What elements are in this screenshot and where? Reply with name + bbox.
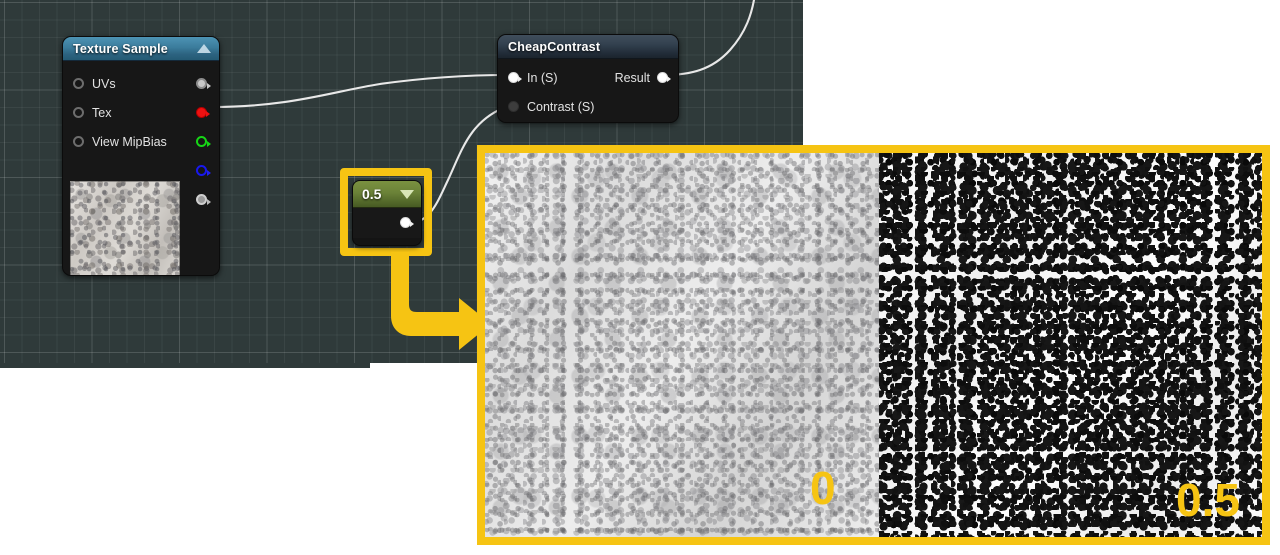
preview-label-left: 0 [810,462,836,514]
input-pin-view-mipbias-icon[interactable] [73,136,84,147]
input-label-uvs: UVs [92,76,116,91]
input-pin-uvs-icon[interactable] [73,78,84,89]
pin-row-in[interactable]: In (S) Result [498,63,678,92]
input-label-contrast: Contrast (S) [527,99,595,114]
input-pin-contrast-icon[interactable] [508,101,519,112]
input-pin-tex-icon[interactable] [73,107,84,118]
pin-row-view-mipbias[interactable]: View MipBias [63,127,219,156]
pin-row-contrast[interactable]: Contrast (S) [498,92,678,121]
pin-row-uvs[interactable]: UVs [63,69,219,98]
caret-down-icon[interactable] [400,189,414,199]
output-pin-blue-icon[interactable] [196,165,211,176]
output-pin-green-icon[interactable] [196,136,211,147]
node-texture-sample-body: UVs Tex View MipBias [63,61,219,275]
node-texture-sample-title: Texture Sample [73,41,168,56]
node-texture-sample-header[interactable]: Texture Sample [63,37,219,61]
input-label-in: In (S) [527,70,558,85]
output-pin-red-icon[interactable] [196,107,210,118]
output-pin-result-icon[interactable] [657,72,671,83]
preview-label-right: 0.5 [1176,474,1240,526]
triangle-up-icon[interactable] [197,44,211,53]
output-label-result: Result [614,70,650,85]
node-constant-body [353,208,421,238]
input-pin-in-icon[interactable] [508,72,522,83]
output-pin-constant-icon[interactable] [400,217,414,228]
node-cheap-contrast-body: In (S) Result Contrast (S) [498,59,678,122]
screenshot-root: Texture Sample UVs Tex View MipBias Chea… [0,0,1280,555]
node-cheap-contrast-title: CheapContrast [508,39,601,54]
node-texture-sample[interactable]: Texture Sample UVs Tex View MipBias [62,36,220,276]
constant-value: 0.5 [362,186,382,202]
output-pin-rgb-icon[interactable] [196,78,211,89]
input-label-view-mipbias: View MipBias [92,134,167,149]
node-constant-header[interactable]: 0.5 [353,181,421,208]
pin-row-tex[interactable]: Tex [63,98,219,127]
texture-thumbnail[interactable] [70,181,180,275]
input-label-tex: Tex [92,105,112,120]
node-constant[interactable]: 0.5 [352,180,422,246]
node-cheap-contrast[interactable]: CheapContrast In (S) Result Contrast (S) [497,34,679,123]
contrast-preview-panel[interactable]: 0 0.5 [477,145,1270,545]
output-pin-alpha-icon[interactable] [196,194,211,205]
material-graph-canvas-extension [0,363,370,368]
node-cheap-contrast-header[interactable]: CheapContrast [498,35,678,59]
